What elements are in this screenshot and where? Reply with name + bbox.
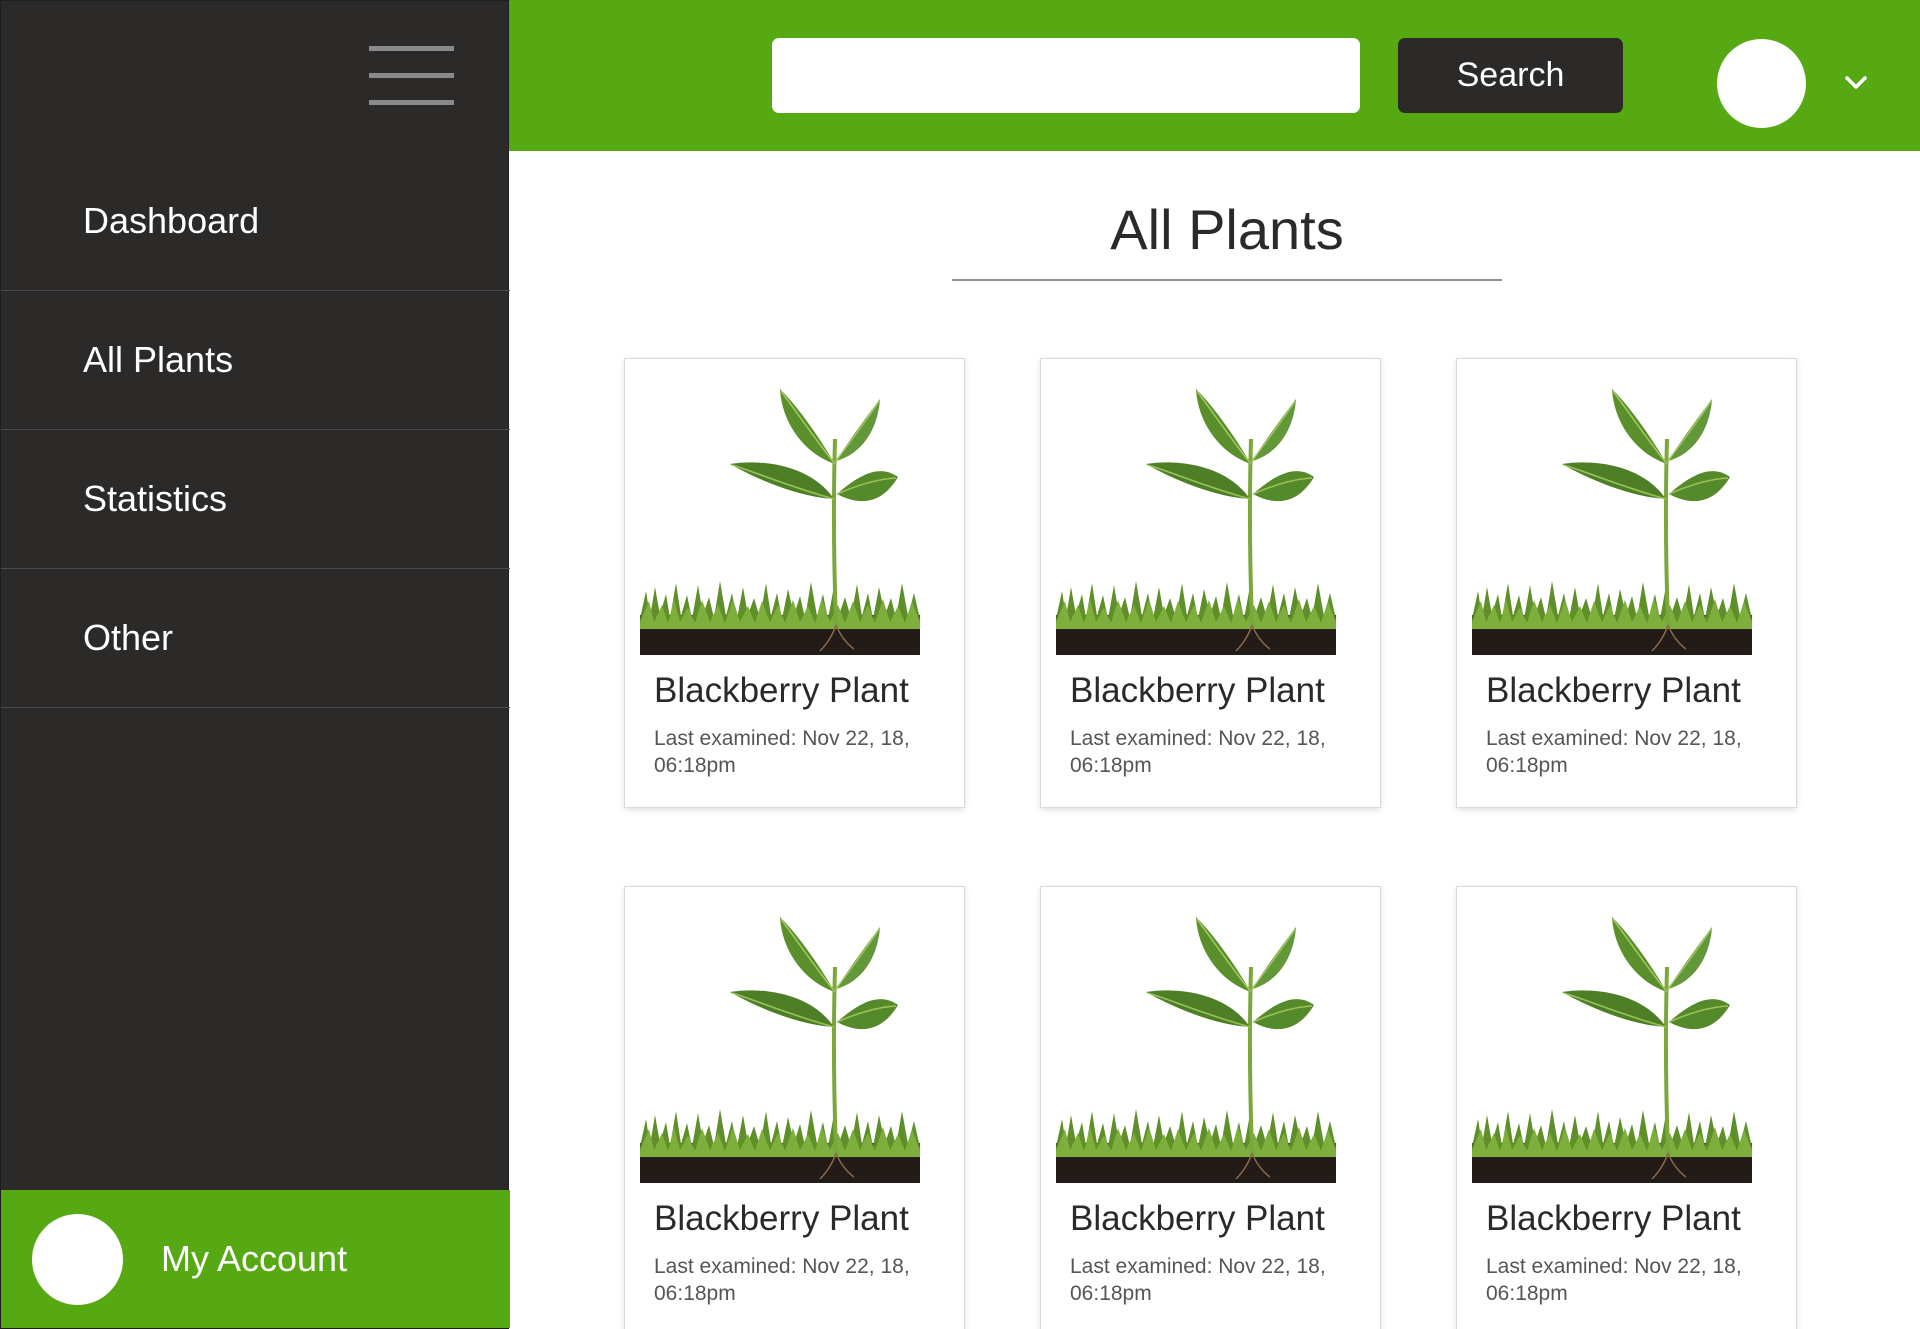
plant-card-title: Blackberry Plant: [654, 1199, 909, 1238]
top-bar: Search: [509, 0, 1920, 151]
plant-card[interactable]: Blackberry Plant Last examined: Nov 22, …: [624, 886, 965, 1329]
sidebar-item-label: Statistics: [83, 478, 228, 519]
account-avatar: [32, 1213, 123, 1305]
plant-card[interactable]: Blackberry Plant Last examined: Nov 22, …: [1040, 886, 1381, 1329]
plant-card-last-examined: Last examined: Nov 22, 18, 06:18pm: [1486, 1255, 1742, 1305]
plant-image: [1472, 369, 1752, 655]
sidebar-item-other[interactable]: Other: [1, 569, 510, 708]
plant-card-last-examined: Last examined: Nov 22, 18, 06:18pm: [654, 727, 910, 777]
sidebar-item-label: Dashboard: [83, 200, 260, 241]
plant-card-last-examined: Last examined: Nov 22, 18, 06:18pm: [1486, 727, 1742, 777]
plant-card[interactable]: Blackberry Plant Last examined: Nov 22, …: [1456, 886, 1797, 1329]
plant-card-title: Blackberry Plant: [1070, 671, 1325, 710]
plant-card[interactable]: Blackberry Plant Last examined: Nov 22, …: [1040, 358, 1381, 808]
plant-card-title: Blackberry Plant: [1486, 671, 1741, 710]
my-account-button[interactable]: My Account: [1, 1190, 510, 1328]
plant-image: [1472, 897, 1752, 1183]
sidebar-nav: Dashboard All Plants Statistics Other: [1, 152, 510, 708]
sidebar-item-label: Other: [83, 617, 174, 658]
plant-card-title: Blackberry Plant: [654, 671, 909, 710]
my-account-label: My Account: [161, 1238, 348, 1279]
plant-card-last-examined: Last examined: Nov 22, 18, 06:18pm: [654, 1255, 910, 1305]
sidebar-item-label: All Plants: [83, 339, 234, 380]
sidebar-item-all-plants[interactable]: All Plants: [1, 291, 510, 430]
plant-card[interactable]: Blackberry Plant Last examined: Nov 22, …: [1456, 358, 1797, 808]
search-input[interactable]: [772, 38, 1360, 113]
plant-image: [640, 897, 920, 1183]
page-title: All Plants: [952, 195, 1502, 281]
plant-image: [640, 369, 920, 655]
plant-card-title: Blackberry Plant: [1486, 1199, 1741, 1238]
sidebar: Dashboard All Plants Statistics Other My…: [0, 0, 510, 1329]
plant-card-last-examined: Last examined: Nov 22, 18, 06:18pm: [1070, 727, 1326, 777]
search-button[interactable]: Search: [1398, 38, 1623, 113]
plant-card-title: Blackberry Plant: [1070, 1199, 1325, 1238]
hamburger-icon[interactable]: [369, 46, 454, 108]
plant-image: [1056, 897, 1336, 1183]
user-avatar[interactable]: [1717, 39, 1806, 128]
plant-card-last-examined: Last examined: Nov 22, 18, 06:18pm: [1070, 1255, 1326, 1305]
sidebar-item-statistics[interactable]: Statistics: [1, 430, 510, 569]
chevron-down-icon[interactable]: [1843, 70, 1869, 96]
plant-card[interactable]: Blackberry Plant Last examined: Nov 22, …: [624, 358, 965, 808]
sidebar-item-dashboard[interactable]: Dashboard: [1, 152, 510, 291]
plant-image: [1056, 369, 1336, 655]
